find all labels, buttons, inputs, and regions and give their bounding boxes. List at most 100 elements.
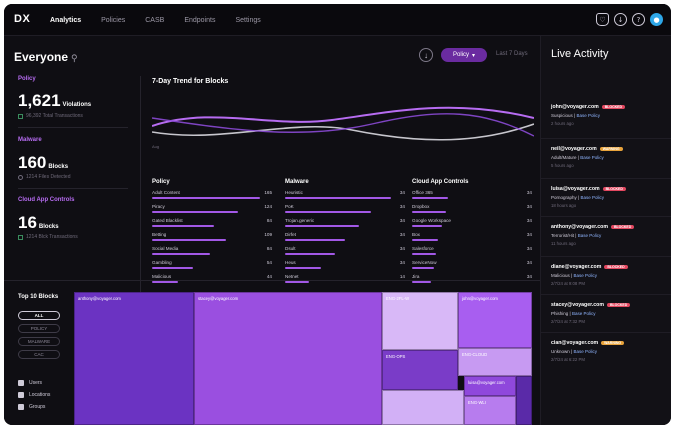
activity-policy-link[interactable]: Base Policy bbox=[573, 273, 597, 278]
activity-policy-link[interactable]: Base Policy bbox=[576, 113, 600, 118]
bar-row[interactable]: Dropbox 34 bbox=[412, 204, 532, 218]
treemap-tile[interactable]: ENG-2FL-W bbox=[382, 292, 458, 350]
bar-row[interactable]: Gambling 54 bbox=[152, 260, 272, 274]
bar-row[interactable]: Trojan.generic 34 bbox=[285, 218, 405, 232]
bar-row[interactable]: Gated Blacklist 84 bbox=[152, 218, 272, 232]
chevron-down-icon: ▾ bbox=[472, 52, 476, 59]
filter-malware[interactable]: MALWARE bbox=[18, 337, 60, 346]
metric-cac-sub-text: 1214 Blck Transactions bbox=[26, 234, 78, 240]
bar-row-value: 34 bbox=[526, 204, 532, 209]
treemap-tile[interactable]: ENG-WLI bbox=[464, 396, 516, 425]
treemap-tile[interactable]: luisa@voyager.com bbox=[464, 376, 516, 396]
bar-row[interactable]: Piracy 124 bbox=[152, 204, 272, 218]
nav-endpoints[interactable]: Endpoints bbox=[184, 17, 215, 24]
check-groups[interactable]: Groups bbox=[18, 404, 45, 410]
activity-policy-link[interactable]: Base Policy bbox=[580, 155, 604, 160]
top-icons: ♡ ↓ ? ● bbox=[596, 13, 663, 26]
analytics-main: Everyone ⚲ ↓ Policy ▾ Last 7 Days Policy … bbox=[4, 36, 540, 425]
check-users[interactable]: Users bbox=[18, 380, 42, 386]
filter-cac[interactable]: CAC bbox=[18, 350, 60, 359]
help-icon[interactable]: ? bbox=[632, 13, 645, 26]
treemap-tile[interactable]: stacey@voyager.com bbox=[194, 292, 382, 425]
check-locations[interactable]: Locations bbox=[18, 392, 50, 398]
nav-analytics[interactable]: Analytics bbox=[50, 17, 81, 24]
activity-email-text: diane@voyager.com bbox=[551, 264, 602, 270]
activity-item[interactable]: stacey@voyager.com BLOCKED Phishing | Base… bbox=[551, 302, 666, 324]
activity-policy-link[interactable]: Base Policy bbox=[572, 311, 596, 316]
bar-row-fill bbox=[152, 225, 215, 227]
activity-email-text: cian@voyager.com bbox=[551, 340, 599, 346]
bar-row[interactable]: Adult Content 165 bbox=[152, 190, 272, 204]
activity-item[interactable]: anthony@voyager.com BLOCKED Terrorist/Hit … bbox=[551, 224, 666, 246]
bar-row[interactable]: Dirfet 34 bbox=[285, 232, 405, 246]
bar-row-fill bbox=[152, 211, 239, 213]
treemap-tile[interactable]: ENG-OPS bbox=[382, 350, 458, 390]
checkbox-icon[interactable] bbox=[18, 392, 24, 398]
activity-policy-link[interactable]: Base Policy bbox=[580, 195, 604, 200]
nav-casb[interactable]: CASB bbox=[145, 17, 164, 24]
bar-row-fill bbox=[152, 197, 260, 199]
download-button[interactable]: ↓ bbox=[419, 48, 433, 62]
bar-row[interactable]: Dsult 34 bbox=[285, 246, 405, 260]
page-title[interactable]: Everyone ⚲ bbox=[14, 50, 78, 64]
filter-all[interactable]: ALL bbox=[18, 311, 60, 320]
vertical-divider bbox=[140, 76, 141, 308]
activity-policy-link[interactable]: Base Policy bbox=[578, 233, 602, 238]
bar-row-fill bbox=[285, 281, 309, 283]
checkbox-icon[interactable] bbox=[18, 404, 24, 410]
transactions-icon bbox=[18, 113, 23, 119]
metric-cac-value: 16 Blocks bbox=[18, 213, 59, 233]
policy-filter-dropdown[interactable]: Policy ▾ bbox=[441, 48, 487, 62]
activity-item[interactable]: john@voyager.com BLOCKED Suspicious | Base… bbox=[551, 104, 666, 126]
metric-malware-label: Malware bbox=[18, 137, 42, 143]
treemap-tile[interactable] bbox=[382, 390, 464, 425]
treemap-tile[interactable]: john@voyager.com bbox=[458, 292, 532, 348]
bar-row[interactable]: Salesforce 34 bbox=[412, 246, 532, 260]
bar-row[interactable]: Heuristic 34 bbox=[285, 190, 405, 204]
metric-policy-value: 1,621 Violations bbox=[18, 91, 91, 111]
bar-row[interactable]: Office 365 34 bbox=[412, 190, 532, 204]
search-icon[interactable]: ⚲ bbox=[71, 53, 78, 63]
download-icon[interactable]: ↓ bbox=[614, 13, 627, 26]
bar-row[interactable]: Betting 109 bbox=[152, 232, 272, 246]
filter-policy[interactable]: POLICY bbox=[18, 324, 60, 333]
activity-category: Pornography bbox=[551, 195, 577, 200]
bar-row[interactable]: ServiceNow 34 bbox=[412, 260, 532, 274]
bar-row[interactable]: Netnet 14 bbox=[285, 274, 405, 288]
treemap-tile[interactable]: anthony@voyager.com bbox=[74, 292, 194, 425]
app-logo[interactable]: DX bbox=[14, 13, 30, 25]
bar-row-value: 34 bbox=[399, 260, 405, 265]
bar-row[interactable]: Social Media 84 bbox=[152, 246, 272, 260]
activity-email-text: luisa@voyager.com bbox=[551, 186, 600, 192]
activity-detail: Phishing | Base Policy bbox=[551, 311, 596, 316]
activity-item[interactable]: neil@voyager.com WARNING Adult/Mature | Ba… bbox=[551, 146, 666, 168]
treemap-tile[interactable] bbox=[516, 376, 532, 425]
nav-policies[interactable]: Policies bbox=[101, 17, 125, 24]
bar-row[interactable]: Google Workspace 34 bbox=[412, 218, 532, 232]
bar-row-fill bbox=[152, 239, 227, 241]
check-groups-label: Groups bbox=[29, 404, 46, 410]
bar-row[interactable]: Malicious 44 bbox=[152, 274, 272, 288]
treemap-tile[interactable]: ENG-CLOUD bbox=[458, 348, 532, 376]
bar-row[interactable]: Heus 34 bbox=[285, 260, 405, 274]
bell-icon[interactable]: ♡ bbox=[596, 13, 609, 26]
nav-settings[interactable]: Settings bbox=[235, 17, 260, 24]
activity-policy-link[interactable]: Base Policy bbox=[573, 349, 597, 354]
treemap-tile-label: ENG-2FL-W bbox=[386, 296, 410, 301]
bar-row-label: Office 365 bbox=[412, 190, 433, 195]
bar-row[interactable]: Box 34 bbox=[412, 232, 532, 246]
bar-row-label: Jira bbox=[412, 274, 420, 279]
treemap-tile-label: ENG-CLOUD bbox=[462, 352, 488, 357]
checkbox-icon[interactable] bbox=[18, 380, 24, 386]
activity-item[interactable]: diane@voyager.com BLOCKED Malicious | Base… bbox=[551, 264, 666, 286]
activity-item[interactable]: luisa@voyager.com BLOCKED Pornography | Ba… bbox=[551, 186, 666, 208]
bar-row[interactable]: PoK 34 bbox=[285, 204, 405, 218]
policy-filter-label: Policy bbox=[452, 52, 469, 58]
activity-item[interactable]: cian@voyager.com WARNING Unknown | Base Po… bbox=[551, 340, 666, 362]
bar-row[interactable]: Jira 34 bbox=[412, 274, 532, 288]
download-icon: ↓ bbox=[424, 50, 428, 60]
main-nav: Analytics Policies CASB Endpoints Settin… bbox=[50, 4, 281, 36]
avatar[interactable]: ● bbox=[650, 13, 663, 26]
bar-row-value: 84 bbox=[266, 246, 272, 251]
date-range[interactable]: Last 7 Days bbox=[496, 51, 528, 57]
